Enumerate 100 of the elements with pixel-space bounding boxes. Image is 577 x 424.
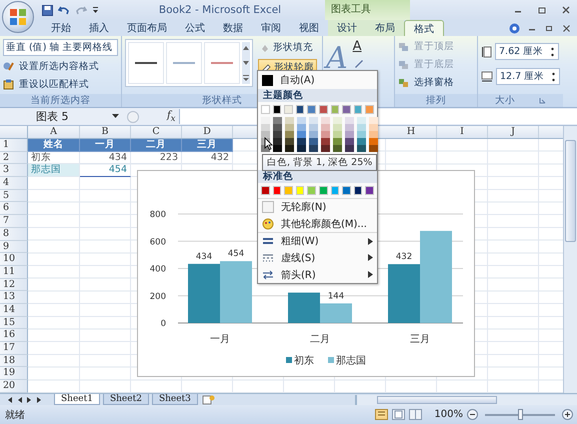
color-swatch[interactable]	[307, 105, 316, 114]
bar[interactable]	[188, 264, 220, 323]
shape-fill-button[interactable]: 形状填充	[258, 40, 317, 55]
ribbon-tab[interactable]: 布局	[366, 20, 404, 36]
color-swatch[interactable]	[357, 138, 366, 145]
column-header[interactable]: H	[386, 126, 437, 138]
color-swatch[interactable]	[261, 105, 270, 114]
color-swatch[interactable]	[342, 105, 351, 114]
normal-view-icon[interactable]	[375, 409, 388, 420]
row-header[interactable]: 13	[0, 291, 28, 304]
menu-item[interactable]: 箭头(R)	[281, 268, 361, 282]
menu-item[interactable]: 其他轮廓颜色(M)...	[281, 216, 373, 230]
zoom-out-icon[interactable]	[467, 409, 478, 420]
menu-item[interactable]: 粗细(W)	[281, 234, 361, 248]
color-swatch[interactable]	[354, 186, 362, 195]
row-header[interactable]: 19	[0, 367, 28, 380]
color-swatch[interactable]	[357, 145, 366, 152]
help-icon[interactable]	[509, 22, 520, 34]
more-icon[interactable]	[242, 72, 250, 84]
insert-sheet-icon[interactable]	[200, 394, 215, 404]
color-swatch[interactable]	[330, 105, 340, 114]
color-swatch[interactable]	[369, 145, 378, 152]
close-icon[interactable]	[561, 5, 571, 15]
selection-dropdown[interactable]: 垂直 (值) 轴 主要网格线	[3, 39, 118, 56]
ribbon-tab[interactable]: 设计	[328, 20, 366, 36]
color-swatch[interactable]	[357, 131, 366, 138]
row-header[interactable]: 17	[0, 342, 28, 355]
row-header[interactable]: 1	[0, 139, 28, 152]
ribbon-tab[interactable]: 公式	[176, 20, 214, 36]
line-style-swatch[interactable]	[166, 42, 202, 84]
reset-style-button[interactable]: 重设以匹配样式	[17, 77, 91, 92]
row-header[interactable]: 14	[0, 304, 28, 317]
color-swatch[interactable]	[333, 117, 342, 124]
color-swatch[interactable]	[272, 105, 282, 114]
save-icon[interactable]	[42, 4, 53, 16]
bar[interactable]	[288, 292, 320, 323]
color-swatch[interactable]	[273, 117, 282, 124]
row-header[interactable]: 8	[0, 228, 28, 240]
color-swatch[interactable]	[309, 138, 318, 145]
color-swatch[interactable]	[284, 186, 293, 195]
line-style-swatch[interactable]	[204, 42, 240, 84]
color-swatch[interactable]	[365, 186, 374, 195]
color-swatch[interactable]	[365, 105, 374, 114]
redo-icon[interactable]	[75, 4, 87, 16]
color-swatch[interactable]	[273, 145, 282, 152]
format-selection-button[interactable]: 设置所选内容格式	[17, 59, 101, 74]
row-header[interactable]: 4	[0, 177, 28, 190]
cancel-icon[interactable]	[127, 110, 139, 122]
page-layout-icon[interactable]	[392, 409, 406, 420]
row-header[interactable]: 11	[0, 266, 28, 279]
color-swatch[interactable]	[285, 117, 294, 124]
color-swatch[interactable]	[261, 117, 270, 124]
color-swatch[interactable]	[297, 138, 306, 145]
color-swatch[interactable]	[284, 105, 293, 114]
color-swatch[interactable]	[307, 186, 316, 195]
ribbon-tab[interactable]: 格式	[404, 20, 444, 36]
color-swatch[interactable]	[309, 131, 318, 138]
color-swatch[interactable]	[297, 124, 306, 131]
name-box[interactable]: 图表 5	[30, 109, 108, 124]
zoom-level[interactable]: 100%	[434, 409, 463, 420]
color-swatch[interactable]	[345, 124, 354, 131]
color-swatch[interactable]	[333, 145, 342, 152]
ribbon-tab[interactable]: 数据	[214, 20, 252, 36]
color-swatch[interactable]	[285, 124, 294, 131]
vertical-scrollbar[interactable]	[563, 126, 577, 393]
menu-item[interactable]: 无轮廓(N)	[281, 200, 373, 214]
color-swatch[interactable]	[369, 124, 378, 131]
color-swatch[interactable]	[357, 117, 366, 124]
column-header[interactable]: D	[182, 126, 233, 138]
color-swatch[interactable]	[321, 145, 330, 152]
line-style-swatch[interactable]	[128, 42, 164, 84]
ribbon-tab[interactable]: 插入	[80, 20, 118, 36]
bar[interactable]	[388, 264, 420, 323]
color-swatch[interactable]	[345, 145, 354, 152]
color-swatch[interactable]	[333, 124, 342, 131]
color-swatch[interactable]	[273, 124, 282, 131]
color-swatch[interactable]	[321, 138, 330, 145]
menu-item[interactable]: 虚线(S)	[281, 250, 361, 264]
color-swatch[interactable]	[321, 131, 330, 138]
column-header[interactable]: B	[80, 126, 131, 138]
color-swatch[interactable]	[297, 117, 306, 124]
sheet-tab[interactable]: Sheet2	[102, 394, 149, 405]
color-swatch[interactable]	[369, 131, 378, 138]
color-swatch[interactable]	[296, 186, 304, 195]
column-header[interactable]: I	[437, 126, 488, 138]
color-swatch[interactable]	[309, 124, 318, 131]
color-swatch[interactable]	[333, 138, 342, 145]
color-swatch[interactable]	[342, 186, 351, 195]
color-swatch[interactable]	[273, 131, 282, 138]
color-swatch[interactable]	[272, 186, 282, 195]
color-swatch[interactable]	[345, 138, 354, 145]
spinner-icon[interactable]	[551, 70, 556, 82]
customize-caret-icon[interactable]	[92, 6, 99, 14]
width-field[interactable]: 12.7 厘米	[496, 68, 560, 85]
color-swatch[interactable]	[318, 186, 328, 195]
row-header[interactable]: 12	[0, 278, 28, 292]
color-swatch[interactable]	[296, 105, 304, 114]
color-swatch[interactable]	[285, 138, 294, 145]
horizontal-scrollbar[interactable]	[355, 394, 577, 404]
row-header[interactable]: 3	[0, 164, 28, 178]
